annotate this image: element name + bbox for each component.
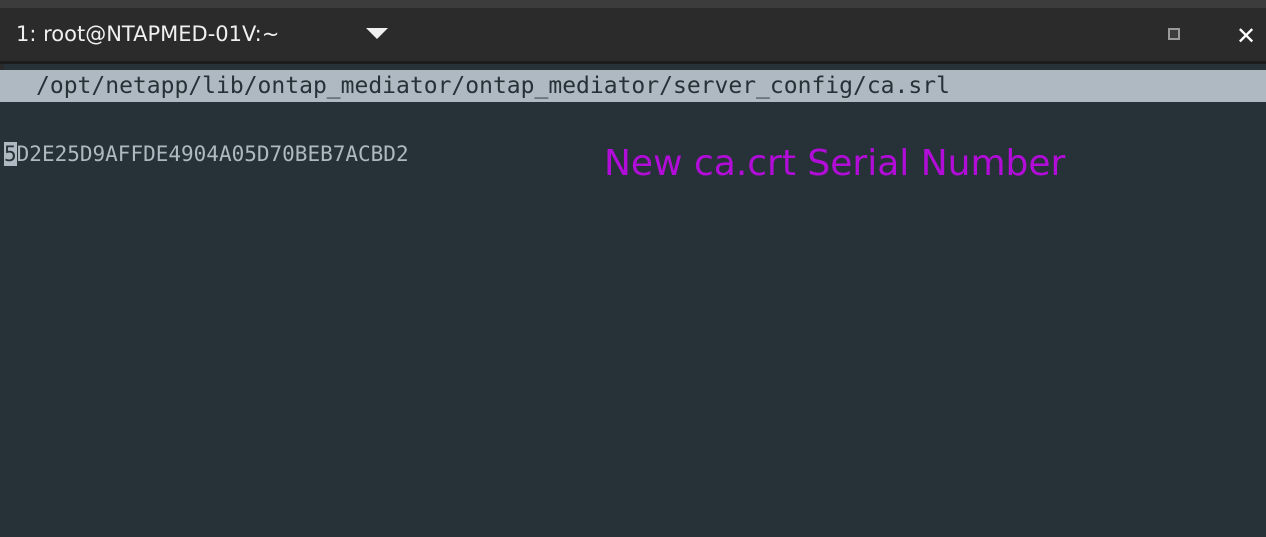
title-bar: 1: root@NTAPMED-01V:~ ✕ [0,8,1266,64]
terminal-content[interactable]: 5D2E25D9AFFDE4904A05D70BEB7ACBD2 New ca.… [0,102,1266,537]
file-path-bar: /opt/netapp/lib/ontap_mediator/ontap_med… [0,70,1266,102]
serial-number-text: D2E25D9AFFDE4904A05D70BEB7ACBD2 [16,142,409,166]
annotation-label: New ca.crt Serial Number [604,143,1066,184]
text-cursor: 5 [4,142,17,166]
chevron-down-icon[interactable] [366,28,388,39]
serial-number-line: 5D2E25D9AFFDE4904A05D70BEB7ACBD2 [4,138,409,170]
close-icon[interactable]: ✕ [1232,22,1260,50]
maximize-icon [1168,28,1180,40]
maximize-button[interactable] [1162,22,1188,48]
terminal-window: 1: root@NTAPMED-01V:~ ✕ /opt/netapp/lib/… [0,0,1266,537]
tab-title[interactable]: 1: root@NTAPMED-01V:~ [16,20,279,48]
file-path: /opt/netapp/lib/ontap_mediator/ontap_med… [36,73,950,99]
